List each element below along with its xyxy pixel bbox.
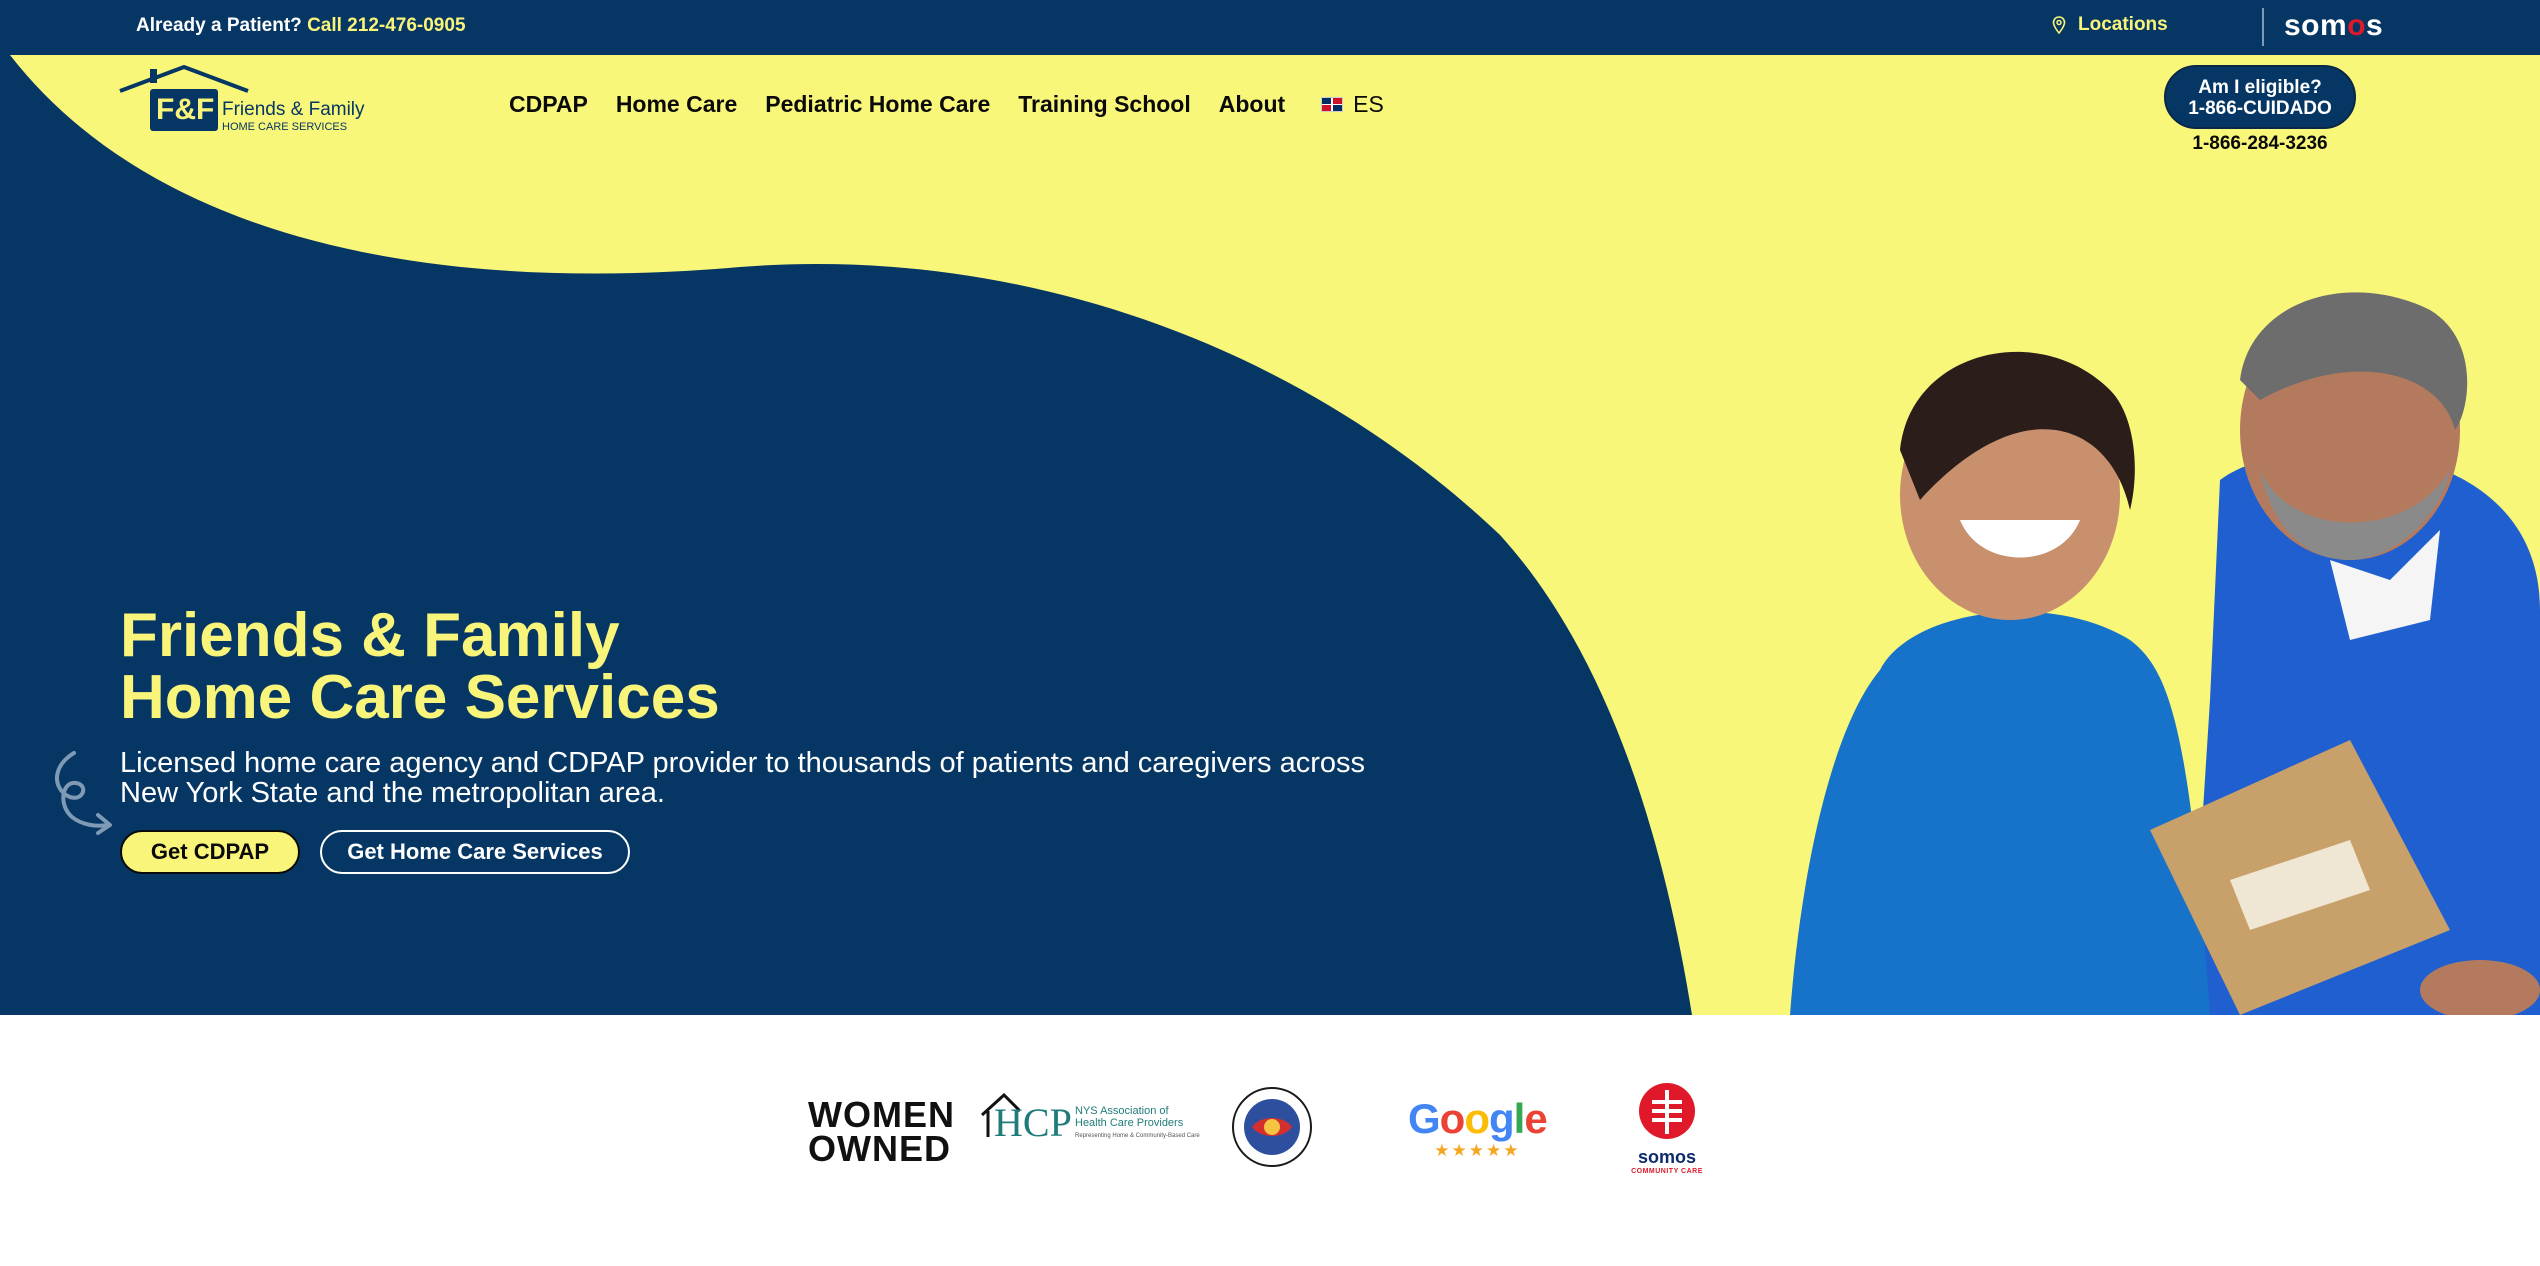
women-owned-line2: OWNED xyxy=(808,1128,951,1169)
nav-item-about[interactable]: About xyxy=(1219,91,1285,118)
flag-dominican-republic-icon xyxy=(1321,97,1344,112)
top-utility-bar: Already a Patient? Call 212-476-0905 Loc… xyxy=(0,0,2540,55)
nav-item-home-care[interactable]: Home Care xyxy=(616,91,737,118)
language-switcher[interactable]: ES xyxy=(1321,91,1384,118)
site-logo[interactable]: F&F Friends & Family HOME CARE SERVICES xyxy=(114,64,374,135)
get-cdpap-button[interactable]: Get CDPAP xyxy=(120,830,300,874)
hero-title: Friends & Family Home Care Services xyxy=(120,605,720,729)
logo-tagline: HOME CARE SERVICES xyxy=(222,121,348,133)
locations-label: Locations xyxy=(2078,14,2168,35)
women-owned-line1: WOMEN xyxy=(808,1094,955,1135)
google-reviews-badge: Google ★★★★★ xyxy=(1408,1095,1548,1161)
location-pin-icon xyxy=(2052,16,2066,34)
somos-name: somos xyxy=(1637,1147,1697,1167)
hero-section: F&F Friends & Family HOME CARE SERVICES … xyxy=(0,55,2540,1015)
eligible-line2: 1-866-CUIDADO xyxy=(2188,98,2332,119)
hcp-small-line1: NYS Association of xyxy=(1075,1105,1169,1117)
circular-seal-badge-icon xyxy=(1232,1087,1312,1167)
topbar-divider xyxy=(2262,8,2264,46)
eligible-phone-link[interactable]: 1-866-284-3236 xyxy=(2160,133,2360,155)
hero-title-line2: Home Care Services xyxy=(120,663,720,732)
google-wordmark: Google xyxy=(1408,1095,1548,1142)
hcp-small-line3: Representing Home & Community-Based Care xyxy=(1075,1133,1200,1139)
caregiver-patient-photo xyxy=(1790,292,2540,1015)
patient-label: Already a Patient? xyxy=(136,15,302,36)
nav-item-cdpap[interactable]: CDPAP xyxy=(509,91,588,118)
hero-title-line1: Friends & Family xyxy=(120,601,620,670)
logo-monogram: F&F xyxy=(156,93,215,126)
hcp-small-line2: Health Care Providers xyxy=(1075,1117,1184,1129)
somos-tagline: COMMUNITY CARE xyxy=(1631,1168,1703,1175)
curly-arrow-doodle-icon xyxy=(55,751,112,835)
locations-link[interactable]: Locations xyxy=(2052,14,2168,36)
google-stars-rating: ★★★★★ xyxy=(1434,1141,1521,1160)
language-label: ES xyxy=(1353,91,1384,117)
eligible-line1: Am I eligible? xyxy=(2198,77,2322,98)
am-i-eligible-button[interactable]: Am I eligible? 1-866-CUIDADO xyxy=(2164,65,2356,129)
somos-cross-icon xyxy=(1639,1083,1695,1139)
hero-subtitle: Licensed home care agency and CDPAP prov… xyxy=(120,747,1366,809)
main-navigation: CDPAP Home Care Pediatric Home Care Trai… xyxy=(509,91,1384,118)
women-owned-badge: WOMEN OWNED xyxy=(808,1094,955,1169)
get-home-care-services-button[interactable]: Get Home Care Services xyxy=(320,830,630,874)
hcp-letters: HCP xyxy=(994,1100,1072,1145)
somos-brand-link[interactable]: somos xyxy=(2284,9,2383,43)
already-patient-text: Already a Patient? Call 212-476-0905 xyxy=(136,15,466,37)
patient-phone-link[interactable]: Call 212-476-0905 xyxy=(307,15,465,36)
logo-name: Friends & Family xyxy=(222,99,365,120)
hcp-association-badge: HCP NYS Association of Health Care Provi… xyxy=(980,1093,1200,1153)
nav-item-training-school[interactable]: Training School xyxy=(1018,91,1191,118)
nav-item-pediatric-home-care[interactable]: Pediatric Home Care xyxy=(765,91,990,118)
partner-logos-strip: WOMEN OWNED HCP NYS Association of Healt… xyxy=(0,1015,2540,1266)
somos-community-care-badge: somos COMMUNITY CARE xyxy=(1628,1082,1706,1175)
